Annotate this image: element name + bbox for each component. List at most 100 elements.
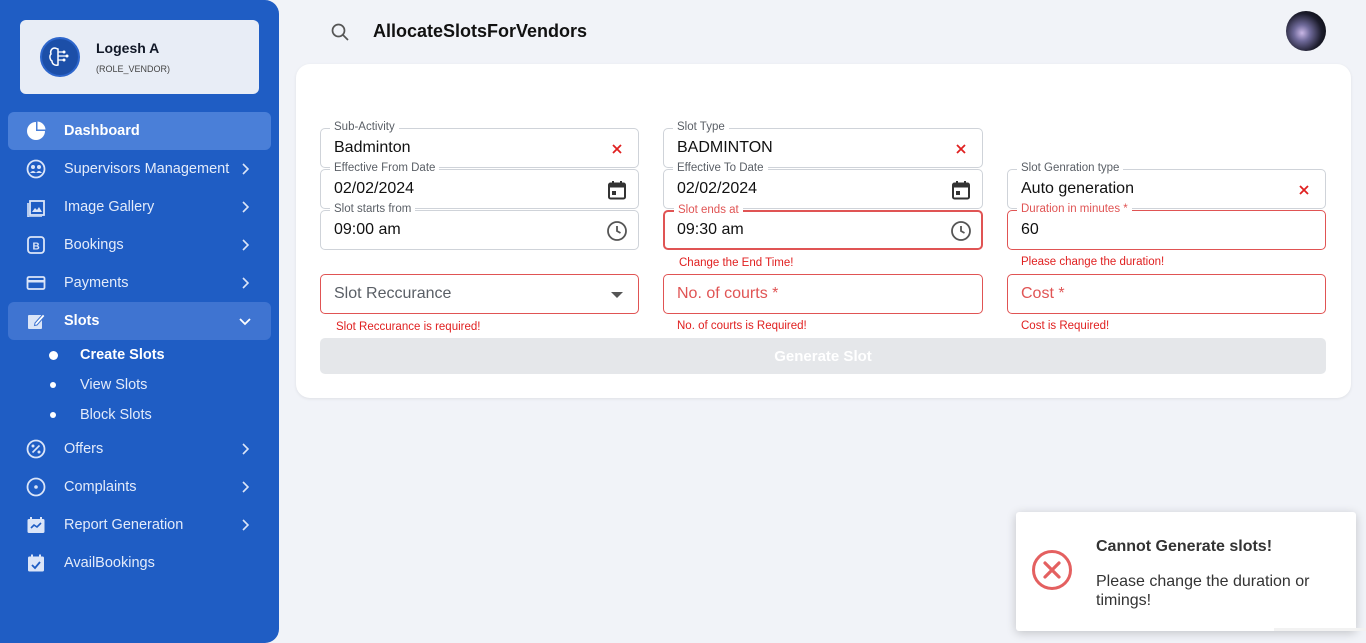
sidebar-item-slots[interactable]: Slots: [8, 302, 271, 340]
sidebar-item-label: Report Generation: [64, 517, 184, 533]
error-toast[interactable]: Cannot Generate slots! Please change the…: [1016, 512, 1366, 631]
calendar-icon[interactable]: [950, 179, 972, 201]
field-label: Slot ends at: [674, 203, 743, 217]
bullet-icon: [49, 350, 58, 360]
field-value: 60: [1021, 221, 1039, 238]
toast-progress: [1274, 628, 1366, 631]
sidebar-item-availbookings[interactable]: AvailBookings: [8, 544, 271, 582]
clock-icon[interactable]: [606, 220, 628, 242]
toast-title: Cannot Generate slots!: [1096, 538, 1273, 555]
slot-end-time-field[interactable]: Slot ends at 09:30 am: [663, 203, 983, 250]
supervisor-icon: [26, 159, 46, 179]
sidebar-subitem-label: Block Slots: [80, 407, 152, 423]
field-label: Effective From Date: [330, 161, 440, 175]
user-avatar: [40, 37, 80, 77]
sidebar-item-label: Dashboard: [64, 123, 140, 139]
sidebar-subitem-block-slots[interactable]: Block Slots: [8, 400, 271, 430]
toast-message: Please change the duration or timings!: [1096, 573, 1310, 609]
clear-icon[interactable]: [950, 138, 972, 160]
sidebar-item-report-generation[interactable]: Report Generation: [8, 506, 271, 544]
chevron-right-icon: [242, 277, 250, 289]
duration-error: Please change the duration!: [1021, 256, 1165, 268]
slot-end-error: Change the End Time!: [679, 257, 794, 269]
field-label: Slot Genration type: [1017, 161, 1124, 175]
sidebar-item-label: AvailBookings: [64, 555, 155, 571]
sidebar-subitem-create-slots[interactable]: Create Slots: [8, 340, 271, 370]
search-icon[interactable]: [330, 22, 350, 42]
report-icon: [26, 515, 46, 535]
sidebar: Logesh A (ROLE_VENDOR) Dashboard Supervi…: [0, 0, 279, 643]
sidebar-item-offers[interactable]: Offers: [8, 430, 271, 468]
bookings-icon: B: [26, 235, 46, 255]
complaint-icon: [26, 477, 46, 497]
field-value: Auto generation: [1021, 180, 1134, 197]
sidebar-item-image-gallery[interactable]: Image Gallery: [8, 188, 271, 226]
clear-icon[interactable]: [606, 138, 628, 160]
cost-error: Cost is Required!: [1021, 320, 1110, 332]
chevron-down-icon: [239, 318, 251, 326]
chevron-right-icon: [242, 201, 250, 213]
generate-slot-button[interactable]: Generate Slot: [320, 338, 1326, 374]
page-title: AllocateSlotsForVendors: [373, 21, 588, 41]
slot-start-time-field[interactable]: Slot starts from 09:00 am: [320, 202, 639, 250]
field-value: 02/02/2024: [334, 180, 415, 197]
duration-input[interactable]: Duration in minutes * 60: [1007, 202, 1326, 250]
courts-input[interactable]: No. of courts *: [663, 274, 983, 314]
sidebar-item-supervisors[interactable]: Supervisors Management: [8, 150, 271, 188]
sidebar-item-label: Offers: [64, 441, 104, 457]
field-value: 09:00 am: [334, 221, 401, 238]
sidebar-item-label: Supervisors Management: [64, 161, 230, 177]
field-label: Slot starts from: [330, 202, 416, 216]
sidebar-subitem-view-slots[interactable]: View Slots: [8, 370, 271, 400]
field-label: Sub-Activity: [330, 120, 399, 134]
sidebar-item-label: Bookings: [64, 237, 124, 253]
sidebar-item-label: Slots: [64, 313, 100, 329]
sidebar-item-payments[interactable]: Payments: [8, 264, 271, 302]
field-label: Effective To Date: [673, 161, 768, 175]
cost-input[interactable]: Cost *: [1007, 274, 1326, 314]
field-value: 02/02/2024: [677, 180, 758, 197]
sidebar-item-label: Complaints: [64, 479, 137, 495]
svg-text:B: B: [33, 242, 40, 253]
offer-icon: [26, 439, 46, 459]
credit-card-icon: [26, 273, 46, 293]
brain-logo-icon: [49, 47, 69, 66]
clear-icon[interactable]: [1293, 179, 1315, 201]
chevron-right-icon: [242, 519, 250, 531]
slot-recurrence-select[interactable]: Slot Reccurance: [320, 274, 639, 314]
image-gallery-icon: [26, 197, 46, 217]
sidebar-subitem-label: View Slots: [80, 377, 148, 393]
calendar-icon[interactable]: [606, 179, 628, 201]
chevron-right-icon: [242, 239, 250, 251]
sidebar-item-bookings[interactable]: B Bookings: [8, 226, 271, 264]
dropdown-arrow-icon[interactable]: [606, 284, 628, 306]
recurrence-error: Slot Reccurance is required!: [336, 321, 481, 333]
chevron-right-icon: [242, 481, 250, 493]
field-value: BADMINTON: [677, 139, 773, 156]
sidebar-item-complaints[interactable]: Complaints: [8, 468, 271, 506]
field-value: 09:30 am: [677, 221, 744, 238]
clock-icon[interactable]: [950, 220, 972, 242]
field-label: Slot Type: [673, 120, 729, 134]
field-placeholder: No. of courts *: [677, 285, 779, 302]
sidebar-nav: Dashboard Supervisors Management Image G…: [8, 112, 271, 582]
field-placeholder: Cost *: [1021, 285, 1065, 302]
chevron-right-icon: [242, 163, 250, 175]
bullet-icon: [50, 412, 56, 418]
user-name: Logesh A: [96, 40, 160, 56]
sidebar-subitem-label: Create Slots: [80, 347, 165, 363]
chevron-right-icon: [242, 443, 250, 455]
pie-chart-icon: [26, 121, 46, 141]
courts-error: No. of courts is Required!: [677, 320, 807, 332]
profile-avatar[interactable]: [1286, 11, 1326, 51]
field-label: Duration in minutes *: [1017, 202, 1132, 216]
sidebar-item-dashboard[interactable]: Dashboard: [8, 112, 271, 150]
user-card: Logesh A (ROLE_VENDOR): [20, 20, 259, 94]
error-circle-icon: [1032, 550, 1072, 590]
field-placeholder: Slot Reccurance: [334, 285, 452, 302]
bullet-icon: [50, 382, 56, 388]
field-value: Badminton: [334, 139, 411, 156]
sidebar-item-label: Image Gallery: [64, 199, 155, 215]
user-role: (ROLE_VENDOR): [96, 64, 171, 74]
sidebar-item-label: Payments: [64, 275, 129, 291]
